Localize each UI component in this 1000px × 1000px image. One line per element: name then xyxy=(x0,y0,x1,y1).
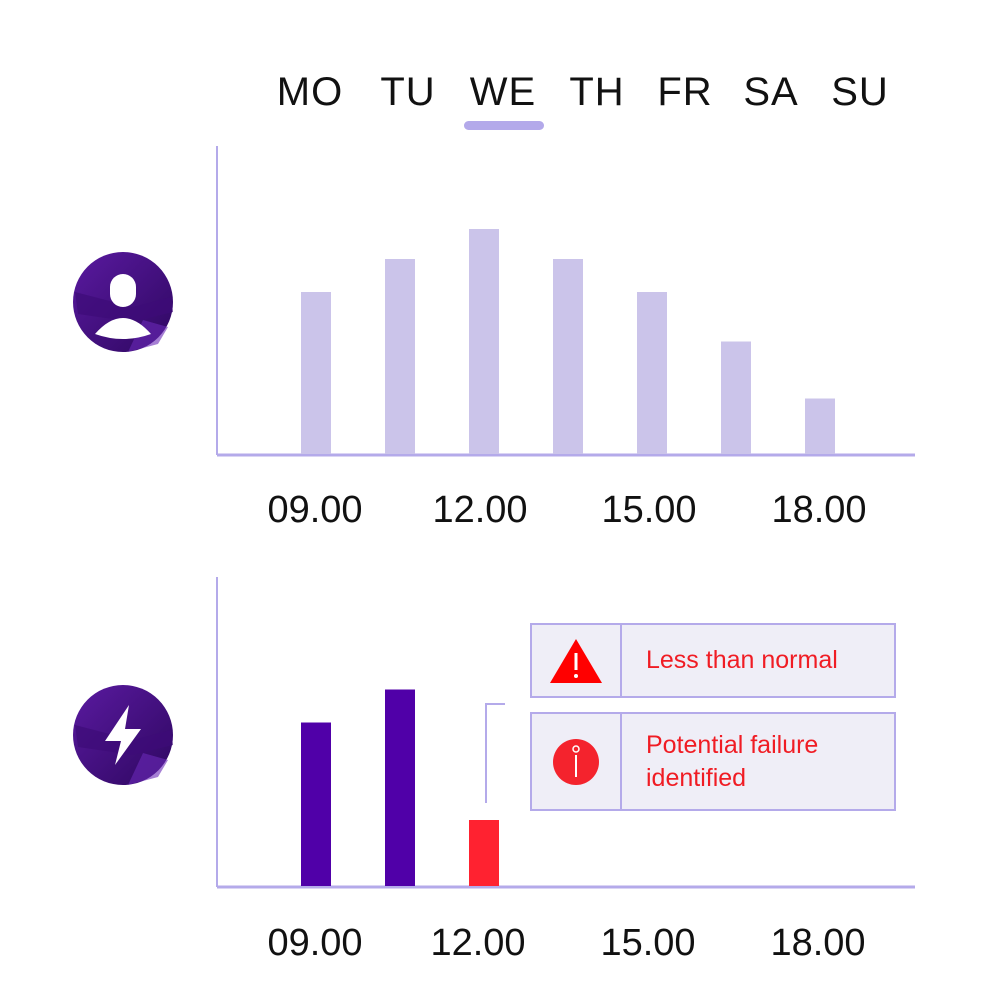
x-tick-label: 15.00 xyxy=(601,489,696,531)
bar-09-00 xyxy=(301,722,331,886)
alert-less-than-normal[interactable]: Less than normal xyxy=(530,623,896,698)
warning-triangle-icon xyxy=(532,625,622,696)
bar-10-30 xyxy=(385,259,415,454)
day-tab-fr[interactable]: FR xyxy=(657,70,712,115)
alert-potential-failure[interactable]: Potential failure identified xyxy=(530,712,896,811)
alert-text: Potential failure identified xyxy=(622,714,894,809)
selected-day-indicator xyxy=(464,121,544,130)
bar-12-00 xyxy=(469,820,499,886)
day-tab-mo[interactable]: MO xyxy=(277,70,343,115)
bar-12-00 xyxy=(469,229,499,454)
day-tab-we[interactable]: WE xyxy=(470,70,536,115)
day-tab-tu[interactable]: TU xyxy=(380,70,435,115)
bar-13-30 xyxy=(553,259,583,454)
day-tab-sa[interactable]: SA xyxy=(743,70,798,115)
bar-10-30 xyxy=(385,689,415,886)
day-tab-th[interactable]: TH xyxy=(569,70,624,115)
bar-15-00 xyxy=(637,292,667,454)
day-tab-su[interactable]: SU xyxy=(831,70,889,115)
x-tick-label: 18.00 xyxy=(770,922,865,964)
x-tick-label: 09.00 xyxy=(267,922,362,964)
x-tick-label: 15.00 xyxy=(600,922,695,964)
alert-text: Less than normal xyxy=(646,646,838,674)
alert-text-line: Potential failure xyxy=(646,730,819,759)
alert-text-line: identified xyxy=(646,763,747,792)
bar-18-00 xyxy=(805,398,835,454)
bar-16-30 xyxy=(721,341,751,454)
x-tick-label: 18.00 xyxy=(771,489,866,531)
info-circle-icon xyxy=(532,714,622,809)
bar-09-00 xyxy=(301,292,331,454)
annotation-bracket xyxy=(485,703,505,803)
x-tick-label: 12.00 xyxy=(430,922,525,964)
usage-bar-chart: 09.00 12.00 15.00 18.00 xyxy=(216,146,915,531)
x-tick-label: 12.00 xyxy=(432,489,527,531)
x-tick-label: 09.00 xyxy=(267,489,362,531)
